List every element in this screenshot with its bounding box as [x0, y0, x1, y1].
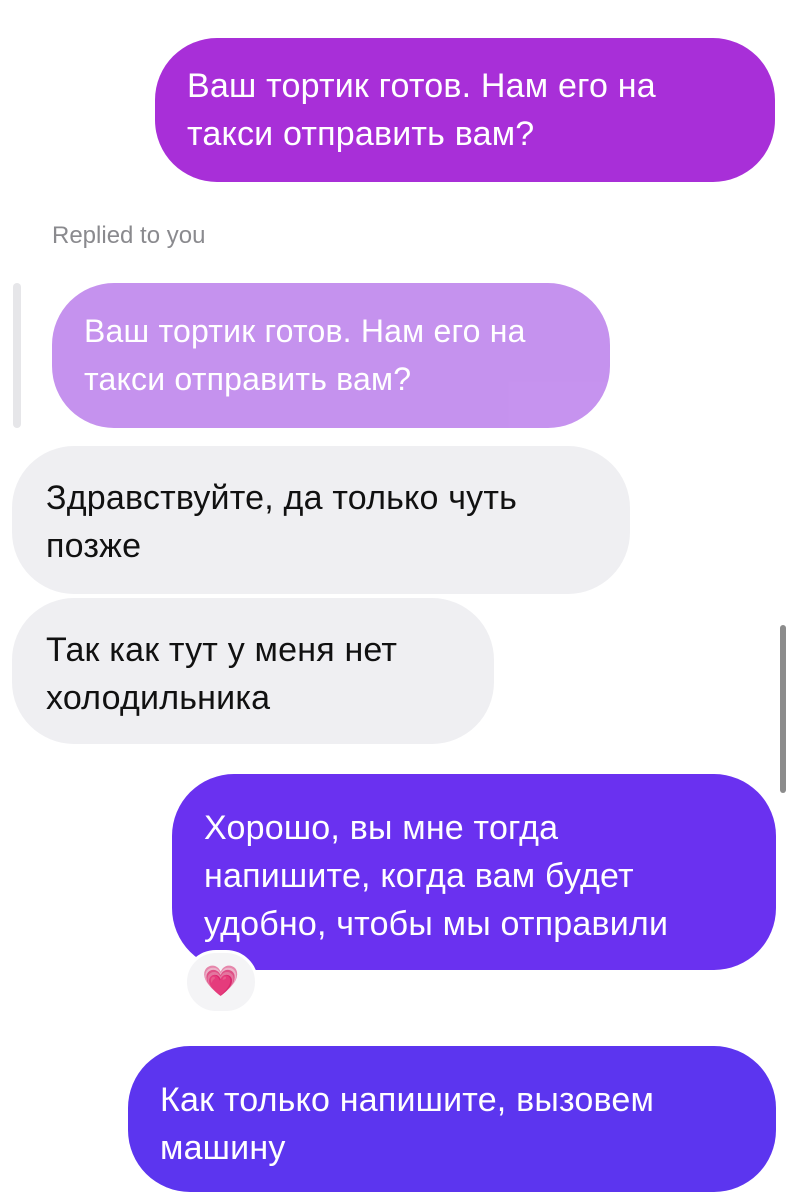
- incoming-message-bubble[interactable]: Здравствуйте, да только чуть позже: [12, 446, 630, 594]
- growing-heart-icon: 💗: [202, 965, 240, 998]
- incoming-message-bubble[interactable]: Так как тут у меня нет холодильника: [12, 598, 494, 744]
- outgoing-message-bubble[interactable]: Как только напишите, вызовем машину: [128, 1046, 776, 1192]
- scrollbar[interactable]: [780, 625, 786, 793]
- reply-label: Replied to you: [52, 222, 206, 249]
- quoted-message-bubble[interactable]: Ваш тортик готов. Нам его на такси отпра…: [52, 283, 610, 428]
- message-reaction[interactable]: 💗: [184, 950, 258, 1014]
- outgoing-message-bubble[interactable]: Хорошо, вы мне тогда напишите, когда вам…: [172, 774, 776, 970]
- outgoing-message-bubble[interactable]: Ваш тортик готов. Нам его на такси отпра…: [155, 38, 775, 182]
- reply-indicator-line: [13, 283, 21, 428]
